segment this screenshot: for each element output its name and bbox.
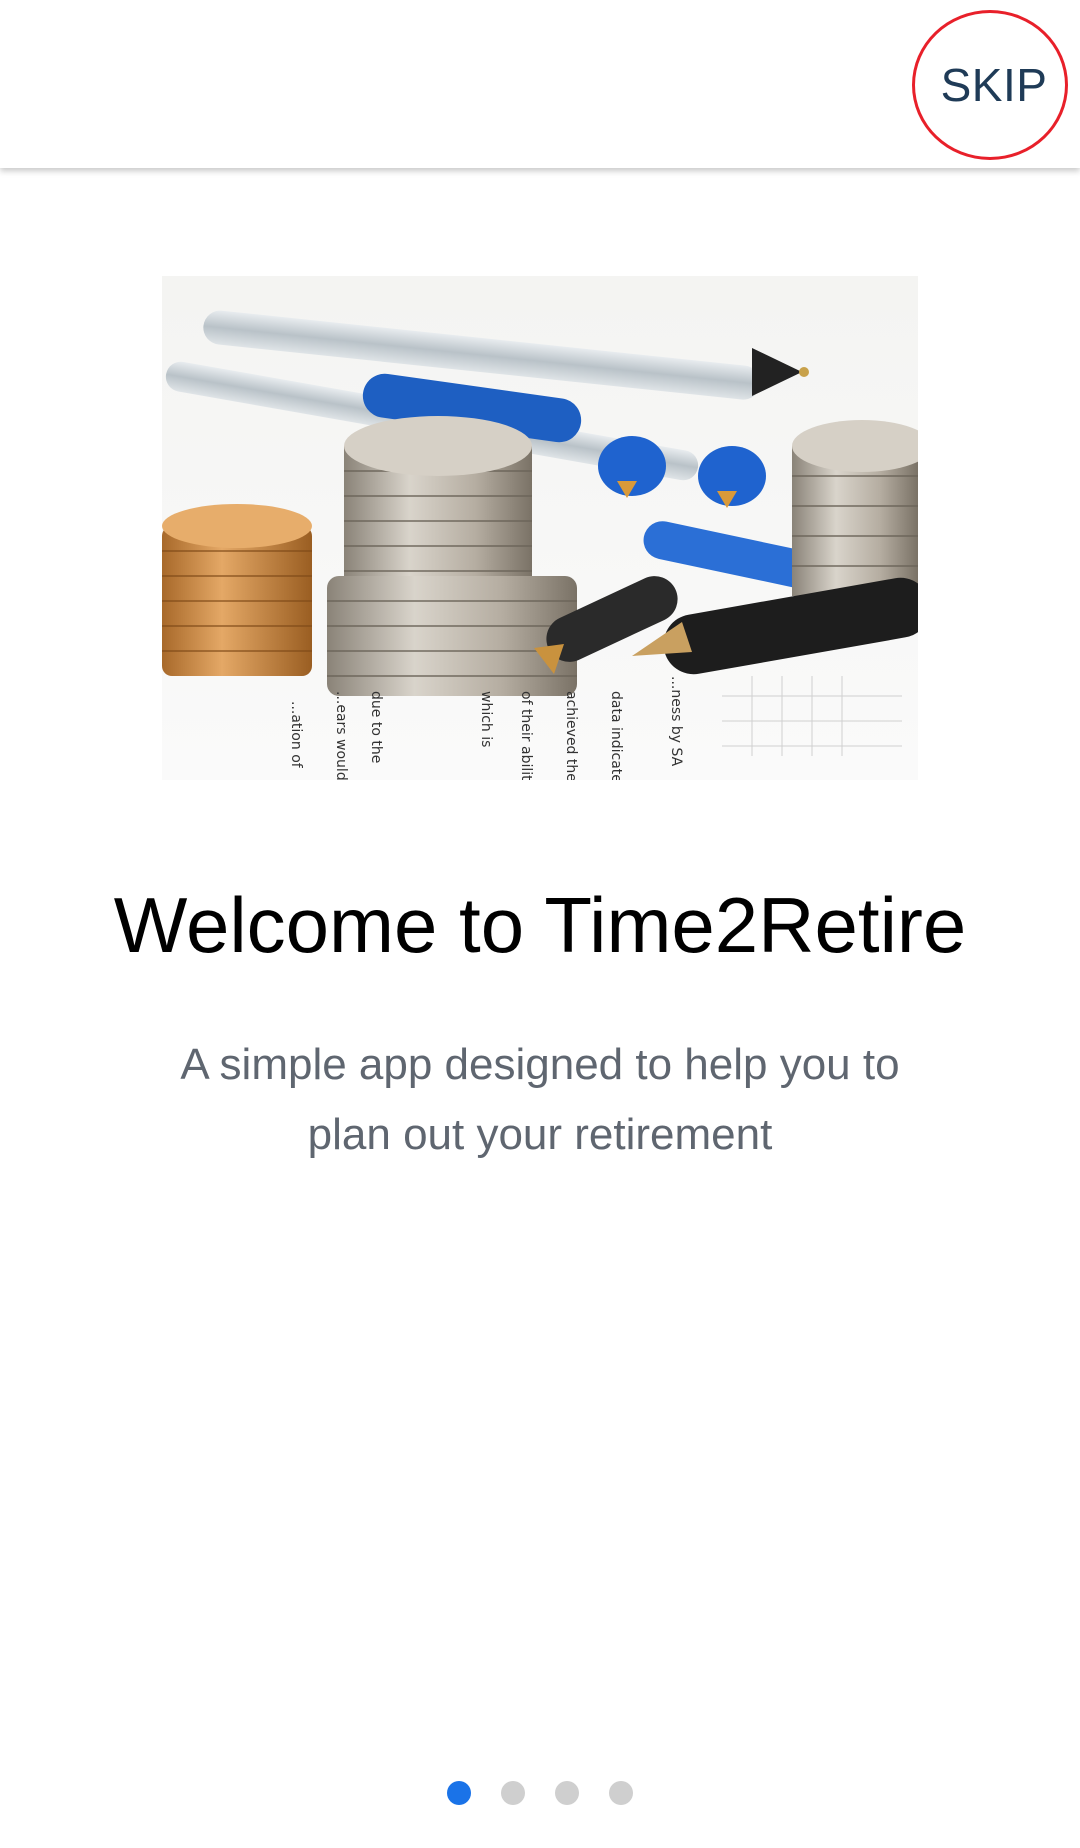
svg-text:...ears would: ...ears would <box>333 691 349 780</box>
onboarding-illustration: ...ation of ...ears would due to the whi… <box>162 276 918 780</box>
page-indicator <box>0 1781 1080 1805</box>
skip-button[interactable]: SKIP <box>934 40 1054 130</box>
svg-text:...ness by SA: ...ness by SA <box>668 676 684 767</box>
page-dot-4[interactable] <box>609 1781 633 1805</box>
svg-text:due to the: due to the <box>368 691 384 763</box>
welcome-subtitle: A simple app designed to help you to pla… <box>180 1040 900 1159</box>
svg-text:...ation of: ...ation of <box>288 701 304 769</box>
top-app-bar: SKIP <box>0 0 1080 168</box>
svg-text:which is: which is <box>478 691 494 747</box>
svg-text:of their ability: of their ability <box>518 691 534 780</box>
page-dot-2[interactable] <box>501 1781 525 1805</box>
svg-text:data indicates: data indicates <box>608 691 624 780</box>
svg-text:achieved the: achieved the <box>563 691 579 780</box>
welcome-title: Welcome to Time2Retire <box>113 881 967 969</box>
page-dot-3[interactable] <box>555 1781 579 1805</box>
page-dot-1[interactable] <box>447 1781 471 1805</box>
